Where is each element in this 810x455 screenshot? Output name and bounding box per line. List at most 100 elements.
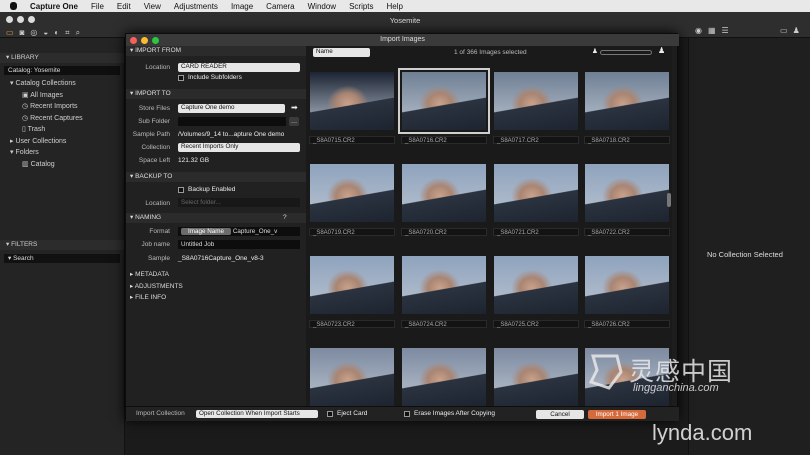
library-header-label: LIBRARY — [11, 54, 39, 61]
menu-file[interactable]: File — [91, 2, 104, 11]
color-tab-icon[interactable]: ◒ — [43, 28, 48, 38]
naming-sample-value: _S8A0716Capture_One_v8-3 — [178, 255, 264, 262]
sidebar-item-label: Recent Captures — [30, 114, 83, 122]
metadata-header[interactable]: ▸ METADATA — [126, 270, 306, 280]
help-icon[interactable]: ? — [283, 213, 287, 223]
collection-label: Collection — [141, 144, 170, 151]
image-thumbnail[interactable] — [494, 348, 578, 406]
file-info-header[interactable]: ▸ FILE INFO — [126, 293, 306, 303]
space-left-label: Space Left — [138, 157, 170, 164]
import-to-header[interactable]: ▾ IMPORT TO — [126, 89, 306, 99]
grid-scrollbar[interactable] — [667, 193, 671, 207]
user-collections-group[interactable]: ▸ User Collections — [0, 136, 124, 148]
import-button[interactable]: Import 1 Image — [588, 410, 646, 419]
library-panel: ▾ LIBRARY Catalog: Yosemite ▾ Catalog Co… — [0, 38, 125, 455]
erase-images-checkbox[interactable] — [404, 411, 410, 417]
grid-view-icon[interactable]: ▦ — [708, 26, 716, 35]
crop-tab-icon[interactable]: ⌗ — [65, 28, 70, 38]
library-tab-icon[interactable]: ▭ — [6, 28, 14, 38]
exposure-tab-icon[interactable]: ◐ — [54, 28, 59, 38]
menu-camera[interactable]: Camera — [266, 2, 294, 11]
dialog-zoom-button[interactable] — [152, 36, 159, 44]
naming-header[interactable]: ▾ NAMING? — [126, 213, 306, 223]
image-thumbnail[interactable] — [585, 72, 669, 130]
format-text: Capture_One_v — [232, 228, 278, 235]
menu-window[interactable]: Window — [308, 2, 336, 11]
dialog-close-button[interactable] — [130, 36, 137, 44]
image-thumbnail[interactable] — [398, 68, 490, 134]
image-thumbnail[interactable] — [494, 256, 578, 314]
import-collection-select[interactable]: Open Collection When Import Starts — [196, 409, 318, 418]
image-thumbnail[interactable] — [402, 256, 486, 314]
import-from-header[interactable]: ▾ IMPORT FROM — [126, 46, 306, 56]
image-thumbnail[interactable] — [402, 164, 486, 222]
sub-folder-label: Sub Folder — [138, 118, 170, 125]
menu-image[interactable]: Image — [231, 2, 253, 11]
arrow-right-icon[interactable]: ➡ — [291, 103, 298, 112]
list-view-icon[interactable]: ☰ — [722, 26, 729, 35]
image-name-token[interactable]: Image Name — [181, 228, 232, 235]
image-thumbnail[interactable] — [585, 164, 669, 222]
backup-location-field[interactable]: Select folder... — [178, 198, 300, 207]
sidebar-item-all-images[interactable]: ▣ All Images — [0, 90, 124, 102]
user-icon[interactable]: ♟ — [793, 26, 800, 35]
image-thumbnail[interactable] — [402, 348, 486, 406]
backup-enabled-checkbox[interactable] — [178, 187, 184, 193]
browser-icon[interactable]: ▭ — [780, 26, 788, 35]
image-thumbnail[interactable] — [494, 164, 578, 222]
naming-sample-label: Sample — [147, 255, 170, 262]
search-tab-icon[interactable]: ⌕ — [76, 28, 80, 38]
thumbnail-filename: _S8A0720.CR2 — [401, 228, 487, 236]
store-files-select[interactable]: Capture One demo — [178, 104, 285, 113]
naming-label: NAMING — [135, 214, 162, 221]
format-field[interactable]: Image Name Capture_One_v — [178, 227, 300, 236]
lingganchina-logo-icon — [588, 354, 623, 390]
image-thumbnail[interactable] — [310, 256, 394, 314]
eye-icon[interactable]: ◉ — [695, 26, 702, 35]
cancel-button[interactable]: Cancel — [536, 410, 584, 419]
menu-edit[interactable]: Edit — [117, 2, 131, 11]
adjustments-header[interactable]: ▸ ADJUSTMENTS — [126, 282, 306, 292]
location-select[interactable]: CARD READER — [178, 63, 300, 72]
menu-scripts[interactable]: Scripts — [349, 2, 373, 11]
image-thumbnail[interactable] — [494, 72, 578, 130]
metadata-label: METADATA — [135, 271, 170, 278]
sub-folder-options-button[interactable]: … — [289, 117, 299, 126]
menu-adjustments[interactable]: Adjustments — [174, 2, 218, 11]
image-thumbnail[interactable] — [310, 348, 394, 406]
dialog-minimize-button[interactable] — [141, 36, 148, 44]
sidebar-item-catalog[interactable]: ▥ Catalog — [0, 159, 124, 171]
tool-tabs: ▭ ◙ ◎ ◒ ◐ ⌗ ⌕ — [6, 28, 80, 38]
user-large-icon: ♟ — [658, 46, 666, 55]
filter-search-input[interactable]: ▾ Search — [4, 254, 120, 263]
apple-menu-icon[interactable] — [10, 2, 17, 10]
image-thumbnail[interactable] — [310, 72, 394, 130]
sidebar-item-recent-imports[interactable]: ◷ Recent Imports — [0, 101, 124, 113]
menu-view[interactable]: View — [144, 2, 161, 11]
sidebar-item-recent-captures[interactable]: ◷ Recent Captures — [0, 113, 124, 125]
file-info-label: FILE INFO — [135, 294, 167, 301]
menu-help[interactable]: Help — [387, 2, 403, 11]
job-name-field[interactable]: Untitled Job — [178, 240, 300, 249]
catalog-selector[interactable]: Catalog: Yosemite — [4, 66, 120, 75]
collection-select[interactable]: Recent Imports Only — [178, 143, 300, 152]
backup-header[interactable]: ▾ BACKUP TO — [126, 172, 306, 182]
catalog-collections-group[interactable]: ▾ Catalog Collections — [0, 78, 124, 90]
menu-app-name[interactable]: Capture One — [30, 2, 78, 11]
thumbnail-filename: _S8A0716.CR2 — [401, 136, 487, 144]
eject-card-checkbox[interactable] — [327, 411, 333, 417]
capture-tab-icon[interactable]: ◙ — [20, 28, 25, 38]
erase-images-label: Erase Images After Copying — [414, 410, 495, 417]
image-thumbnail[interactable] — [585, 256, 669, 314]
folders-group[interactable]: ▾ Folders — [0, 147, 124, 159]
thumbnail-size-slider[interactable] — [600, 50, 652, 55]
lynda-watermark: lynda.com — [652, 420, 753, 445]
selection-count: 1 of 366 Images selected — [454, 49, 527, 56]
sidebar-item-trash[interactable]: ▯ Trash — [0, 124, 124, 136]
image-thumbnail[interactable] — [310, 164, 394, 222]
sort-select[interactable]: Name — [313, 48, 370, 57]
lens-tab-icon[interactable]: ◎ — [30, 28, 37, 38]
backup-label: BACKUP TO — [135, 173, 173, 180]
include-subfolders-checkbox[interactable] — [178, 75, 184, 81]
sub-folder-field[interactable] — [178, 117, 286, 126]
